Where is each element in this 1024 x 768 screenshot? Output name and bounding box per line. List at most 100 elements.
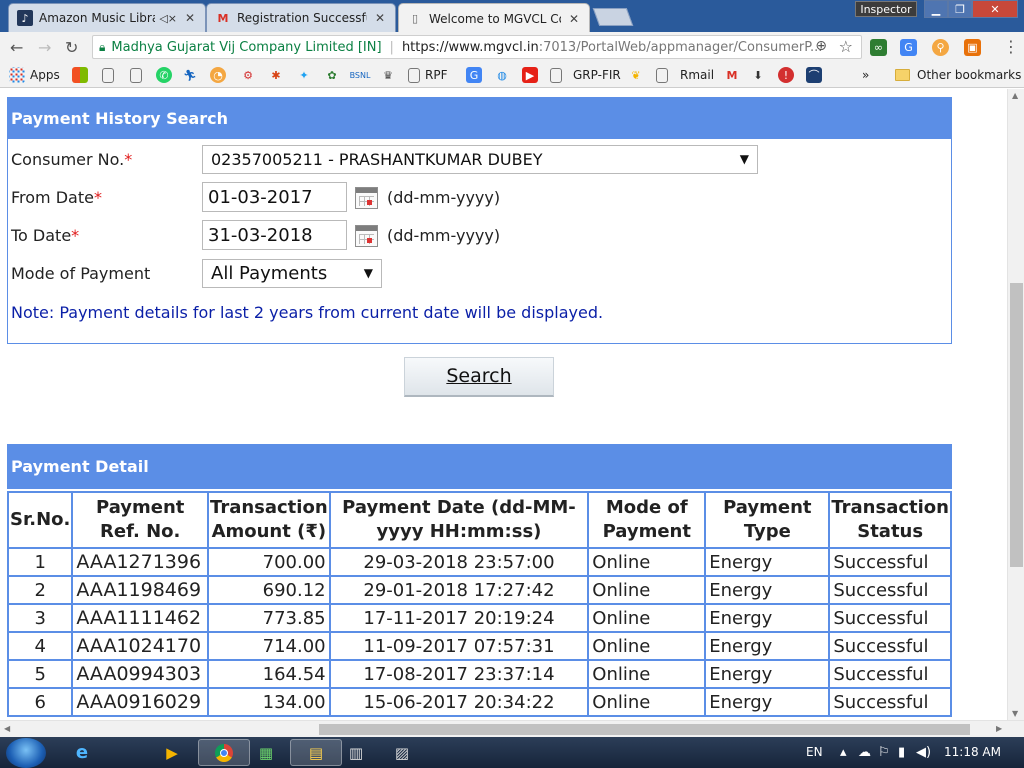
tab-amazon-music[interactable]: ♪ Amazon Music Library ◁× ✕ <box>8 3 206 32</box>
vertical-scroll-thumb[interactable] <box>1010 283 1023 567</box>
notepad-icon[interactable]: ▨ <box>376 739 428 766</box>
bookmark-item[interactable]: ✱ <box>268 66 284 84</box>
zoom-icon[interactable]: ⊕ <box>815 38 827 54</box>
payment-ref-link[interactable]: AAA1024170 <box>73 633 208 659</box>
bookmark-star-icon[interactable]: ☆ <box>839 37 853 56</box>
window-close-button[interactable]: ✕ <box>972 0 1018 18</box>
network-icon[interactable]: ▮ <box>898 745 905 760</box>
media-player-icon[interactable]: ▶ <box>146 739 198 766</box>
bookmark-rmail[interactable]: Rmail <box>662 66 714 84</box>
payment-ref-link[interactable]: AAA0994303 <box>73 661 208 687</box>
emblem-icon: ♛ <box>383 68 393 82</box>
bookmark-item[interactable]: ! <box>778 66 794 84</box>
scroll-left-arrow-icon[interactable]: ◀ <box>4 724 10 733</box>
bookmarks-overflow[interactable]: » <box>862 66 869 84</box>
scroll-down-arrow-icon[interactable]: ▼ <box>1012 709 1018 718</box>
extension-runner-icon[interactable]: ⚲ <box>932 39 949 56</box>
calendar-icon[interactable] <box>355 187 378 209</box>
consumer-no-select[interactable]: 02357005211 - PRASHANTKUMAR DUBEY ▼ <box>202 145 758 174</box>
search-button[interactable]: Search <box>404 357 554 397</box>
forward-arrow-icon[interactable]: → <box>38 38 51 57</box>
excel-icon[interactable]: ▦ <box>240 739 292 766</box>
extension-binoculars-icon[interactable]: ∞ <box>870 39 887 56</box>
office-icon[interactable]: ▣ <box>964 39 981 56</box>
bookmark-item[interactable]: ◍ <box>494 66 510 84</box>
bookmark-item[interactable]: 🏃︎ <box>182 66 198 84</box>
bookmark-item[interactable]: ✿ <box>324 66 340 84</box>
scroll-right-arrow-icon[interactable]: ▶ <box>996 724 1002 733</box>
browser-tab-strip: ♪ Amazon Music Library ◁× ✕ M Registrati… <box>0 0 1024 33</box>
speaker-mute-icon[interactable]: ◁× <box>159 12 177 25</box>
internet-explorer-icon[interactable]: e <box>56 739 108 766</box>
page-icon <box>102 67 114 83</box>
table-row: 2 AAA1198469 690.12 29-01-2018 17:27:42 … <box>9 577 950 603</box>
cell-payment-date: 17-11-2017 20:19:24 <box>330 605 588 631</box>
bookmark-item[interactable] <box>102 66 114 84</box>
vertical-scrollbar[interactable]: ▲ ▼ <box>1007 89 1024 720</box>
cell-sr-no: 1 <box>9 549 72 575</box>
bookmark-item[interactable]: ⚙ <box>240 66 256 84</box>
maximize-button[interactable]: ❐ <box>948 0 972 18</box>
calculator-icon[interactable]: ▥ <box>330 739 382 766</box>
bookmark-item[interactable] <box>130 66 142 84</box>
calendar-icon[interactable] <box>355 225 378 247</box>
show-hidden-icons-icon[interactable]: ▴ <box>840 745 847 760</box>
bookmark-item[interactable]: ⌒ <box>806 66 822 84</box>
translate-icon[interactable]: G <box>900 39 917 56</box>
bookmark-item[interactable]: ✦ <box>296 66 312 84</box>
url-path: :7013/PortalWeb/appmanager/ConsumerP... <box>538 39 823 55</box>
payment-ref-link[interactable]: AAA1111462 <box>73 605 208 631</box>
to-date-input[interactable]: 31-03-2018 <box>202 220 347 250</box>
payment-ref-link[interactable]: AAA1271396 <box>73 549 208 575</box>
label-text: To Date <box>11 226 72 245</box>
bookmark-item[interactable]: M <box>724 66 740 84</box>
bookmark-item[interactable]: ✆ <box>156 66 172 84</box>
inspector-badge[interactable]: Inspector <box>855 1 917 17</box>
menu-dots-icon[interactable]: ⋮ <box>1003 37 1019 56</box>
other-bookmarks[interactable]: Other bookmarks <box>895 66 1021 84</box>
bookmark-item[interactable]: G <box>466 66 482 84</box>
mode-of-payment-select[interactable]: All Payments ▼ <box>202 259 382 288</box>
close-icon[interactable]: ✕ <box>373 11 387 25</box>
language-indicator[interactable]: EN <box>806 745 823 759</box>
minimize-button[interactable]: ▁ <box>924 0 948 18</box>
url-bar[interactable]: 🔒︎ Madhya Gujarat Vij Company Limited [I… <box>92 35 862 59</box>
cell-status: Successful <box>830 689 950 715</box>
search-button-label: Search <box>446 365 512 387</box>
close-icon[interactable]: ✕ <box>567 12 581 26</box>
bookmark-item[interactable]: ▶ <box>522 66 538 84</box>
back-arrow-icon[interactable]: ← <box>10 38 23 57</box>
bookmark-item[interactable]: ⬇ <box>750 66 766 84</box>
from-date-input[interactable]: 01-03-2017 <box>202 182 347 212</box>
tab-registration[interactable]: M Registration Successful - ✕ <box>206 3 396 32</box>
bookmark-grp-fir[interactable]: GRP-FIR <box>553 66 621 84</box>
onedrive-icon[interactable]: ☁ <box>858 745 871 760</box>
bookmark-item[interactable]: ◔ <box>210 66 226 84</box>
payment-ref-link[interactable]: AAA1198469 <box>73 577 208 603</box>
bookmark-rpf[interactable]: RPF <box>408 66 447 84</box>
close-icon[interactable]: ✕ <box>183 11 197 25</box>
payment-detail-table: Sr.No. Payment Ref. No. Transaction Amou… <box>7 491 952 717</box>
volume-icon[interactable]: ◀) <box>916 745 931 760</box>
clock[interactable]: 11:18 AM <box>944 745 1001 759</box>
consumer-no-value: 02357005211 - PRASHANTKUMAR DUBEY <box>211 150 543 169</box>
payment-ref-link[interactable]: AAA0916029 <box>73 689 208 715</box>
scroll-up-arrow-icon[interactable]: ▲ <box>1012 91 1018 100</box>
bookmark-item[interactable] <box>72 66 88 84</box>
to-date-value: 31-03-2018 <box>208 224 313 246</box>
start-button[interactable] <box>6 738 46 768</box>
bookmark-item[interactable]: ♛ <box>380 66 396 84</box>
bookmark-item[interactable]: ❦ <box>628 66 644 84</box>
bookmark-item[interactable]: BSNL <box>350 66 371 84</box>
horizontal-scrollbar[interactable]: ◀ ▶ <box>0 720 1024 737</box>
reload-icon[interactable]: ↻ <box>65 38 78 57</box>
from-date-value: 01-03-2017 <box>208 186 313 208</box>
tab-mgvcl[interactable]: ▯ Welcome to MGVCL Con ✕ <box>398 3 590 33</box>
divider: | <box>389 39 394 55</box>
cell-mode: Online <box>589 689 705 715</box>
new-tab-button[interactable] <box>592 8 634 26</box>
bookmark-apps[interactable]: Apps <box>9 66 60 84</box>
runner-icon: 🏃︎ <box>183 68 197 82</box>
power-icon[interactable]: ⚐ <box>878 745 890 760</box>
horizontal-scroll-thumb[interactable] <box>319 724 970 735</box>
